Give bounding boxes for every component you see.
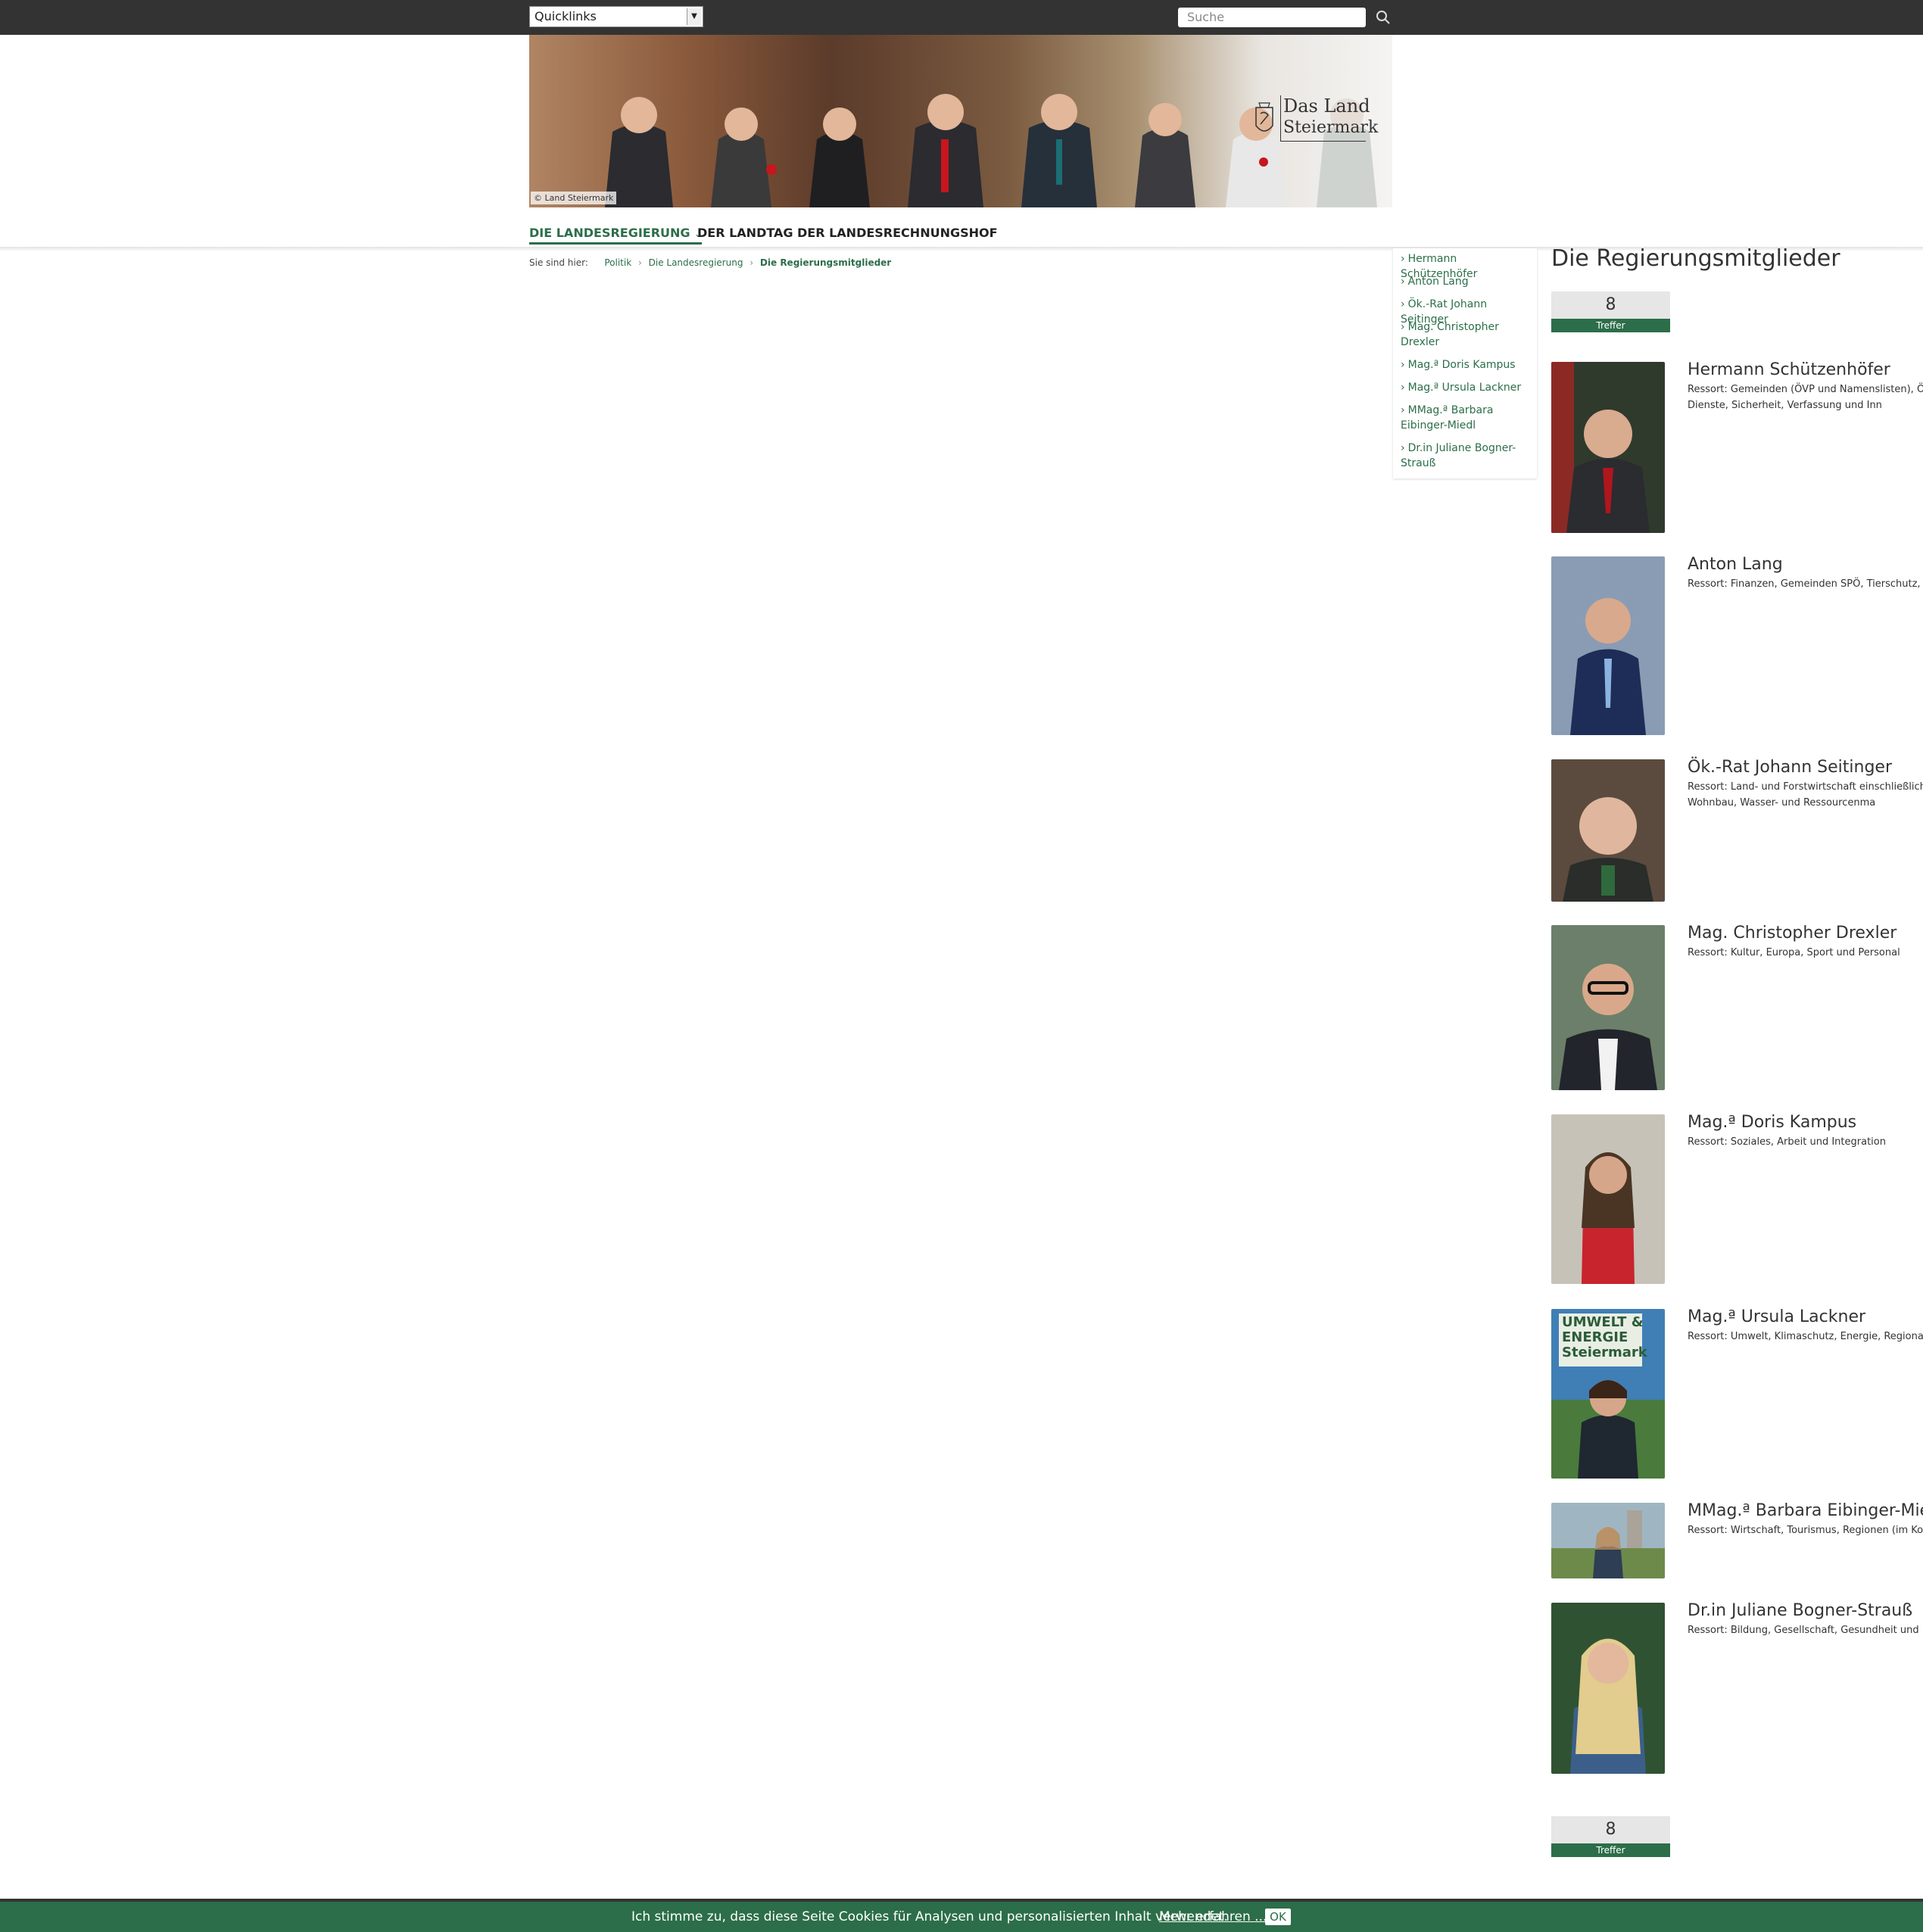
sidenav-item-label: Dr.in Juliane Bogner-Strauß: [1401, 442, 1516, 469]
search-input[interactable]: Suche: [1178, 8, 1366, 27]
chevron-down-icon: ▼: [687, 8, 701, 25]
chevron-right-icon: ›: [637, 257, 642, 268]
logo-text-line1: Das Land: [1283, 95, 1370, 117]
result-count-bottom: 8 Treffer: [1551, 1816, 1670, 1857]
chevron-right-icon: ›: [1401, 298, 1405, 310]
search-button[interactable]: [1373, 8, 1393, 27]
sidenav-item-label: Mag. Christopher Drexler: [1401, 321, 1499, 348]
member-name[interactable]: Ök.-Rat Johann Seitinger: [1688, 758, 1892, 777]
breadcrumb-prefix: Sie sind hier:: [529, 257, 588, 268]
nav-item-landtag[interactable]: DER LANDTAG: [697, 226, 793, 240]
sidenav-item-kampus[interactable]: › Mag.ª Doris Kampus: [1401, 357, 1537, 372]
result-count-top: 8 Treffer: [1551, 291, 1670, 332]
member-name[interactable]: Hermann Schützenhöfer: [1688, 360, 1890, 379]
member-resort: Ressort: Wirtschaft, Tourismus, Regionen…: [1688, 1525, 1923, 1536]
member-photo[interactable]: [1551, 1603, 1665, 1774]
sidenav-item-label: Mag.ª Ursula Lackner: [1407, 382, 1522, 394]
search-placeholder: Suche: [1187, 10, 1225, 24]
member-resort: Ressort: Kultur, Europa, Sport und Perso…: [1688, 947, 1900, 958]
member-photo[interactable]: [1551, 362, 1665, 533]
member-resort: Ressort: Soziales, Arbeit und Integratio…: [1688, 1136, 1886, 1148]
member-name[interactable]: MMag.ª Barbara Eibinger-Miedl: [1688, 1501, 1923, 1520]
sidenav-item-lackner[interactable]: › Mag.ª Ursula Lackner: [1401, 380, 1537, 395]
chevron-right-icon: ›: [1401, 321, 1405, 333]
coat-of-arms-icon: [1255, 102, 1273, 132]
cookie-more-link[interactable]: Mehr erfahren ...: [1159, 1909, 1267, 1924]
member-photo[interactable]: [1551, 556, 1665, 735]
sidenav-item-bogner-strauss[interactable]: › Dr.in Juliane Bogner-Strauß: [1401, 441, 1537, 471]
chevron-right-icon: ›: [750, 257, 754, 268]
result-count-number: 8: [1551, 1816, 1670, 1843]
chevron-right-icon: ›: [1401, 359, 1405, 371]
sidenav-item-label: Mag.ª Doris Kampus: [1407, 359, 1516, 371]
quicklinks-select[interactable]: Quicklinks ▼: [529, 6, 703, 27]
member-name[interactable]: Mag. Christopher Drexler: [1688, 924, 1897, 943]
page-title: Die Regierungsmitglieder: [1551, 245, 1840, 272]
member-photo[interactable]: [1551, 1114, 1665, 1284]
sidenav-item-label: MMag.ª Barbara Eibinger-Miedl: [1401, 404, 1494, 432]
member-photo[interactable]: UMWELT & ENERGIE Steiermark: [1551, 1309, 1665, 1479]
nav-item-label: DIE LANDESREGIERUNG: [529, 226, 690, 240]
chevron-right-icon: ›: [1401, 442, 1405, 454]
member-name[interactable]: Mag.ª Ursula Lackner: [1688, 1307, 1865, 1326]
logo-text-line2: Steiermark: [1283, 118, 1379, 137]
member-resort: Ressort: Gemeinden (ÖVP und Namenslisten…: [1688, 384, 1923, 411]
search-icon: [1376, 11, 1390, 24]
nav-item-landesrechnungshof[interactable]: DER LANDESRECHNUNGSHOF: [797, 226, 998, 240]
chevron-right-icon: ›: [1401, 276, 1405, 288]
result-count-label: Treffer: [1551, 319, 1670, 332]
result-count-number: 8: [1551, 291, 1670, 319]
sidenav-item-lang[interactable]: › Anton Lang: [1401, 274, 1537, 289]
sidenav-item-label: Anton Lang: [1407, 276, 1469, 288]
member-photo[interactable]: [1551, 925, 1665, 1090]
umwelt-energie-sign: UMWELT & ENERGIE Steiermark: [1562, 1314, 1647, 1360]
member-resort: Ressort: Land- und Forstwirtschaft einsc…: [1688, 781, 1923, 809]
hero-caption: © Land Steiermark: [531, 192, 617, 204]
member-resort: Ressort: Umwelt, Klimaschutz, Energie, R…: [1688, 1331, 1923, 1342]
sidenav-item-eibinger-miedl[interactable]: › MMag.ª Barbara Eibinger-Miedl: [1401, 403, 1537, 433]
member-name[interactable]: Mag.ª Doris Kampus: [1688, 1113, 1856, 1132]
breadcrumb-politik[interactable]: Politik: [604, 257, 631, 268]
land-steiermark-logo[interactable]: Das Land Steiermark: [1251, 95, 1378, 144]
member-photo[interactable]: [1551, 759, 1665, 902]
member-resort: Ressort: Bildung, Gesellschaft, Gesundhe…: [1688, 1625, 1923, 1636]
breadcrumb-current: Die Regierungsmitglieder: [759, 257, 892, 268]
side-nav: › Hermann Schützenhöfer › Anton Lang › Ök.-…: [1393, 248, 1537, 478]
cookie-ok-button[interactable]: OK: [1265, 1909, 1291, 1925]
nav-item-landesregierung[interactable]: DIE LANDESREGIERUNG ⌄: [529, 226, 703, 245]
top-bar: Quicklinks ▼ Suche: [0, 0, 1923, 35]
chevron-right-icon: ›: [1401, 404, 1405, 416]
member-resort: Ressort: Finanzen, Gemeinden SPÖ, Tiersc…: [1688, 578, 1923, 590]
chevron-right-icon: ›: [1401, 253, 1405, 265]
cookie-banner: Ich stimme zu, dass diese Seite Cookies …: [0, 1899, 1923, 1932]
member-name[interactable]: Dr.in Juliane Bogner-Strauß: [1688, 1601, 1912, 1620]
chevron-right-icon: ›: [1401, 382, 1405, 394]
breadcrumb-landesregierung[interactable]: Die Landesregierung: [649, 257, 743, 268]
cookie-text: Ich stimme zu, dass diese Seite Cookies …: [631, 1909, 1228, 1924]
sidenav-item-drexler[interactable]: › Mag. Christopher Drexler: [1401, 319, 1537, 350]
result-count-label: Treffer: [1551, 1843, 1670, 1857]
breadcrumb: Sie sind hier: Politik › Die Landesregie…: [529, 257, 891, 268]
quicklinks-label: Quicklinks: [535, 9, 597, 23]
member-name[interactable]: Anton Lang: [1688, 555, 1783, 574]
member-photo[interactable]: [1551, 1503, 1665, 1578]
